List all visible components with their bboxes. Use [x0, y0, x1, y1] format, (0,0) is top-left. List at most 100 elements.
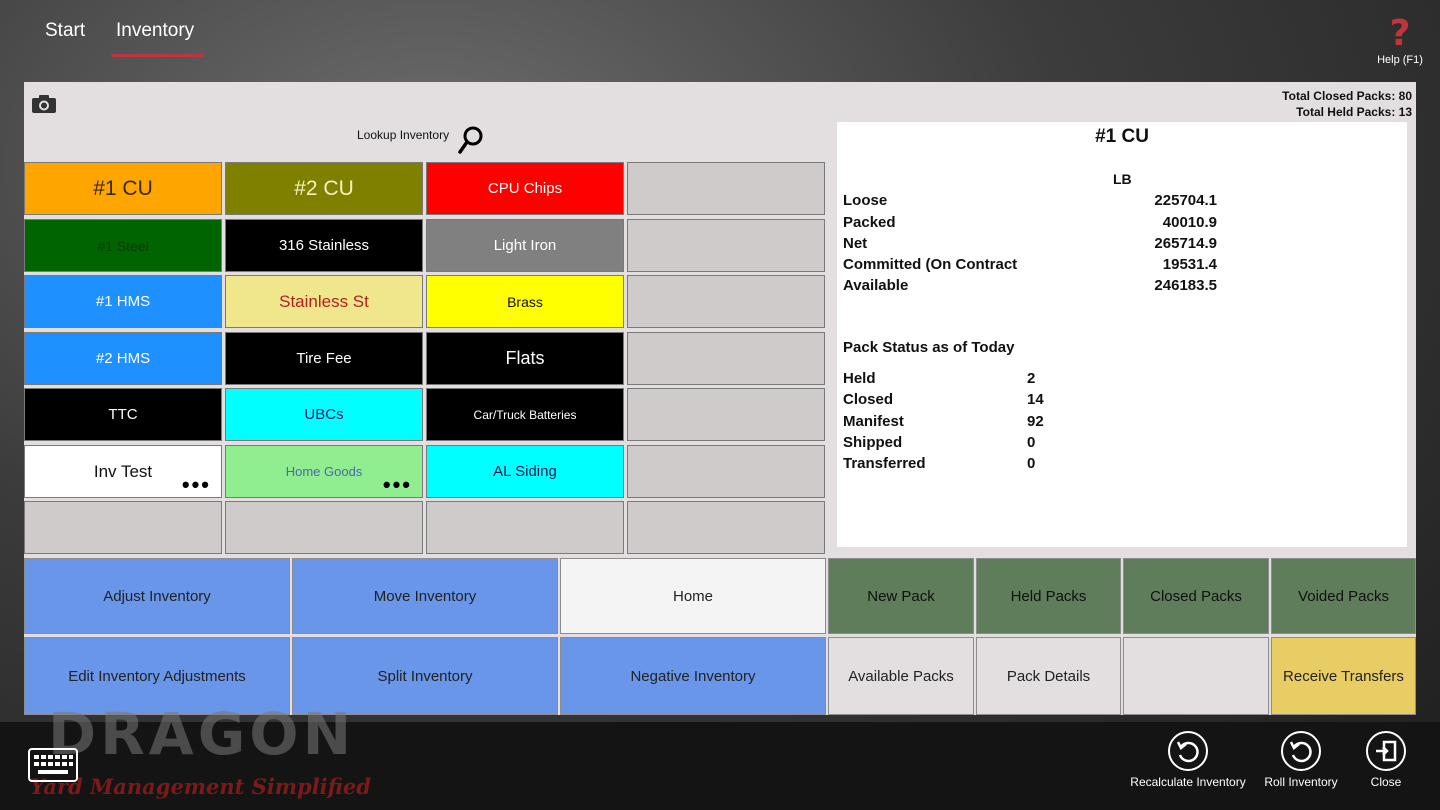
empty-commodity-tile[interactable] [627, 332, 825, 385]
commodity-tile[interactable]: Stainless St [225, 275, 423, 328]
empty-commodity-tile[interactable] [627, 275, 825, 328]
qty-value: 19531.4 [1162, 256, 1217, 273]
commodity-label: 316 Stainless [278, 237, 370, 254]
status-label: Shipped [843, 434, 903, 451]
pack-status-title: Pack Status as of Today [843, 339, 1015, 356]
qty-label: Loose [843, 192, 888, 209]
commodity-tile[interactable]: #2 HMS [24, 332, 222, 385]
closed-packs-button[interactable]: Closed Packs [1123, 558, 1269, 634]
commodity-tile[interactable]: Brass [426, 275, 624, 328]
commodity-tile[interactable]: Light Iron [426, 219, 624, 272]
empty-button [1123, 637, 1269, 715]
status-label: Transferred [843, 455, 926, 472]
empty-commodity-tile[interactable] [225, 501, 423, 554]
roll-inventory-button[interactable]: Roll Inventory [1256, 730, 1346, 789]
receive-transfers-button[interactable]: Receive Transfers [1271, 637, 1416, 715]
active-tab-indicator [111, 54, 204, 57]
commodity-label: Inv Test [93, 461, 153, 481]
inventory-panel: Total Closed Packs: 80 Total Held Packs:… [24, 82, 1416, 715]
total-closed-packs: Total Closed Packs: 80 [1282, 89, 1412, 103]
commodity-label: Light Iron [493, 237, 557, 254]
commodity-label: CPU Chips [487, 180, 563, 197]
commodity-label: #1 CU [93, 176, 153, 200]
empty-commodity-tile[interactable] [627, 388, 825, 441]
status-value: 92 [1027, 413, 1044, 430]
recalculate-inventory-button[interactable]: Recalculate Inventory [1128, 730, 1248, 789]
logo-tagline: Yard Management Simplified [30, 774, 371, 799]
help-button[interactable]: ? Help (F1) [1372, 13, 1428, 67]
status-value: 0 [1027, 434, 1036, 451]
detail-title: #1 CU [1095, 126, 1149, 147]
commodity-tile[interactable]: 316 Stainless [225, 219, 423, 272]
commodity-label: #1 HMS [95, 293, 151, 310]
commodity-tile[interactable]: #1 Steel [24, 219, 222, 272]
negative-inventory-button[interactable]: Negative Inventory [560, 637, 826, 715]
app-bar: DRAGON Yard Management Simplified Recalc… [0, 700, 1440, 810]
unit-label: LB [1113, 171, 1132, 187]
adjust-inventory-button[interactable]: Adjust Inventory [24, 558, 290, 634]
commodity-label: UBCs [304, 406, 344, 423]
new-pack-button[interactable]: New Pack [828, 558, 974, 634]
commodity-label: #1 Steel [97, 237, 149, 254]
commodity-tile[interactable]: AL Siding [426, 445, 624, 498]
more-options-icon[interactable]: ••• [383, 474, 412, 496]
status-value: 14 [1027, 391, 1044, 408]
pack-details-button[interactable]: Pack Details [976, 637, 1121, 715]
held-packs-button[interactable]: Held Packs [976, 558, 1121, 634]
more-options-icon[interactable]: ••• [182, 474, 211, 496]
commodity-tile[interactable]: UBCs [225, 388, 423, 441]
qty-value: 40010.9 [1162, 214, 1217, 231]
empty-commodity-tile[interactable] [627, 445, 825, 498]
empty-commodity-tile[interactable] [24, 501, 222, 554]
empty-commodity-tile[interactable] [627, 162, 825, 215]
help-label: Help (F1) [1377, 54, 1423, 66]
help-icon: ? [1389, 13, 1411, 54]
status-value: 2 [1027, 370, 1036, 387]
home-button[interactable]: Home [560, 558, 826, 634]
search-icon[interactable] [458, 125, 484, 155]
commodity-tile[interactable]: #1 CU [24, 162, 222, 215]
commodity-tile[interactable]: Home Goods ••• [225, 445, 423, 498]
camera-icon[interactable] [31, 94, 57, 114]
commodity-detail: #1 CU LB Loose 225704.1 Packed 40010.9 N… [837, 122, 1407, 547]
commodity-tile[interactable]: TTC [24, 388, 222, 441]
commodity-label: #2 CU [294, 176, 354, 200]
move-inventory-button[interactable]: Move Inventory [292, 558, 558, 634]
top-nav: Start Inventory ? Help (F1) [0, 0, 1440, 80]
status-label: Manifest [843, 413, 904, 430]
undo-icon [1281, 731, 1321, 771]
close-label: Close [1370, 775, 1402, 789]
commodity-tile[interactable]: Flats [426, 332, 624, 385]
commodity-label: Brass [507, 293, 543, 310]
commodity-label: AL Siding [493, 463, 557, 480]
commodity-tile[interactable]: Car/Truck Batteries [426, 388, 624, 441]
status-label: Closed [843, 391, 894, 408]
commodity-label: Home Goods [285, 464, 363, 479]
commodity-label: Car/Truck Batteries [473, 407, 577, 422]
commodity-tile[interactable]: Inv Test ••• [24, 445, 222, 498]
close-button[interactable]: Close [1358, 730, 1414, 789]
qty-label: Net [843, 235, 868, 252]
total-held-packs: Total Held Packs: 13 [1296, 105, 1412, 119]
keyboard-icon[interactable] [28, 748, 78, 782]
empty-commodity-tile[interactable] [627, 219, 825, 272]
empty-commodity-tile[interactable] [426, 501, 624, 554]
commodity-label: TTC [108, 406, 138, 423]
available-packs-button[interactable]: Available Packs [828, 637, 974, 715]
empty-commodity-tile[interactable] [627, 501, 825, 554]
commodity-label: Flats [505, 348, 545, 368]
commodity-tile[interactable]: #2 CU [225, 162, 423, 215]
qty-label: Available [843, 277, 909, 294]
pack-totals: Total Closed Packs: 80 Total Held Packs:… [1282, 88, 1412, 120]
commodity-tile[interactable]: Tire Fee [225, 332, 423, 385]
commodity-tile[interactable]: #1 HMS [24, 275, 222, 328]
commodity-tile[interactable]: CPU Chips [426, 162, 624, 215]
recalculate-label: Recalculate Inventory [1130, 775, 1246, 789]
logo-text: DRAGON [48, 700, 356, 768]
tab-start[interactable]: Start [45, 20, 85, 42]
commodity-label: #2 HMS [95, 350, 151, 367]
qty-value: 225704.1 [1154, 192, 1217, 209]
commodity-label: Stainless St [279, 291, 369, 311]
voided-packs-button[interactable]: Voided Packs [1271, 558, 1416, 634]
tab-inventory[interactable]: Inventory [116, 20, 194, 42]
